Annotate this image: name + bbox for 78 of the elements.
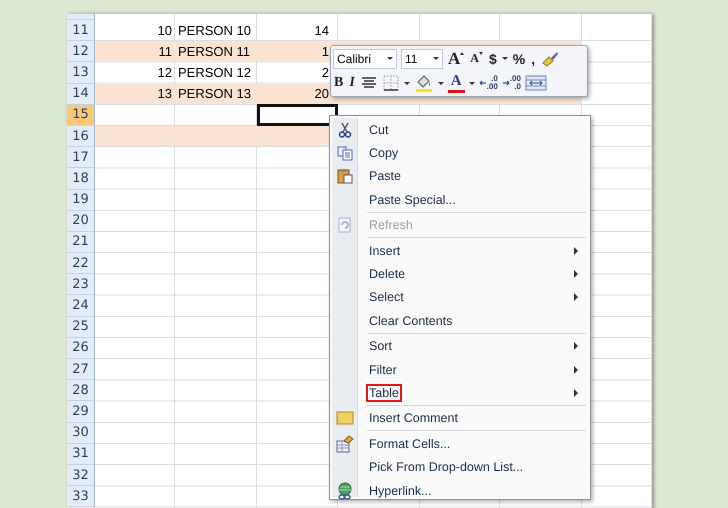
- table-cell: 14: [314, 22, 329, 38]
- row-header[interactable]: 33: [67, 486, 95, 508]
- caret-icon[interactable]: [404, 82, 410, 85]
- comma-button[interactable]: ,: [530, 48, 536, 69]
- merge-center-icon[interactable]: [524, 74, 547, 92]
- row-header[interactable]: 17: [67, 147, 95, 168]
- currency-button[interactable]: $: [488, 48, 498, 69]
- scissors-icon: [337, 122, 353, 138]
- table-cell: 2: [322, 64, 329, 80]
- shrink-font-button[interactable]: A: [469, 48, 484, 69]
- menu-item[interactable]: Paste Special...: [366, 190, 459, 209]
- row-header[interactable]: 32: [67, 464, 95, 486]
- menu-item[interactable]: Format Cells...: [366, 434, 454, 453]
- row-header[interactable]: 15: [67, 104, 95, 126]
- clipboard-icon: [337, 168, 353, 184]
- row-header[interactable]: 25: [67, 316, 95, 338]
- row-header[interactable]: 18: [67, 168, 95, 190]
- arrow-icon: [478, 79, 487, 88]
- percent-button[interactable]: %: [512, 48, 526, 69]
- menu-item[interactable]: Filter: [366, 360, 400, 379]
- row-header[interactable]: 19: [67, 190, 95, 211]
- table-cell: PERSON 12: [178, 64, 251, 80]
- table-cell: 11: [158, 44, 172, 59]
- bold-button[interactable]: B: [333, 73, 344, 94]
- font-color-button[interactable]: A: [448, 74, 465, 93]
- caret-icon[interactable]: [468, 82, 475, 85]
- row-header[interactable]: 22: [67, 253, 95, 274]
- row-header[interactable]: 14: [67, 84, 95, 105]
- globe-link-icon: [336, 482, 354, 500]
- menu-item[interactable]: Paste: [366, 167, 404, 186]
- row-header[interactable]: 28: [67, 380, 95, 402]
- refresh-icon: [337, 217, 353, 234]
- row-header[interactable]: 24: [67, 295, 95, 317]
- caret-icon[interactable]: [438, 82, 444, 85]
- menu-item[interactable]: Copy: [366, 144, 402, 162]
- font-size-dropdown[interactable]: 11: [401, 48, 443, 69]
- row-header[interactable]: 16: [67, 126, 95, 148]
- table-cell: 1: [322, 44, 329, 59]
- grow-font-button[interactable]: A: [447, 48, 466, 69]
- row-header[interactable]: 11: [67, 20, 95, 42]
- menu-item[interactable]: Insert Comment: [366, 409, 461, 428]
- table-cell: PERSON 11: [178, 44, 250, 59]
- table-cell: 12: [158, 64, 172, 80]
- format-cells-icon: [336, 434, 354, 453]
- decrease-decimal-button[interactable]: .00 .0: [502, 75, 521, 92]
- row-header[interactable]: 13: [67, 62, 95, 84]
- arrow-icon: [502, 79, 510, 88]
- row-header[interactable]: 23: [67, 274, 95, 296]
- table-cell: PERSON 10: [178, 22, 251, 38]
- row-header[interactable]: 21: [67, 232, 95, 254]
- row-header[interactable]: 31: [67, 444, 95, 465]
- menu-item[interactable]: Select: [366, 288, 407, 306]
- menu-item[interactable]: Cut: [366, 120, 392, 139]
- copy-icon: [337, 145, 353, 162]
- menu-item[interactable]: Delete: [366, 265, 408, 284]
- menu-item[interactable]: Sort: [366, 337, 395, 356]
- table-cell: PERSON 13: [178, 86, 251, 102]
- menu-item[interactable]: Clear Contents: [366, 312, 456, 330]
- row-header[interactable]: 26: [67, 338, 95, 359]
- paint-bucket-icon[interactable]: [414, 73, 434, 94]
- font-dropdown[interactable]: Calibri: [333, 48, 397, 69]
- italic-button[interactable]: I: [348, 73, 356, 94]
- row-header[interactable]: 12: [67, 41, 95, 62]
- row-header[interactable]: 29: [67, 401, 95, 423]
- caret-icon[interactable]: [502, 57, 508, 60]
- borders-icon[interactable]: [382, 74, 400, 92]
- row-header[interactable]: 27: [67, 359, 95, 380]
- note-icon: [336, 410, 354, 426]
- table-cell: 20: [314, 86, 329, 102]
- table-cell: 10: [158, 22, 172, 38]
- row-header[interactable]: 20: [67, 210, 95, 232]
- menu-item[interactable]: Pick From Drop-down List...: [366, 458, 526, 476]
- menu-item[interactable]: Hyperlink...: [366, 482, 435, 500]
- menu-item[interactable]: Table: [366, 384, 402, 402]
- menu-item[interactable]: Insert: [366, 242, 404, 260]
- row-header[interactable]: 30: [67, 422, 95, 444]
- increase-decimal-button[interactable]: .0 .00: [478, 75, 498, 92]
- table-cell: 13: [158, 86, 172, 102]
